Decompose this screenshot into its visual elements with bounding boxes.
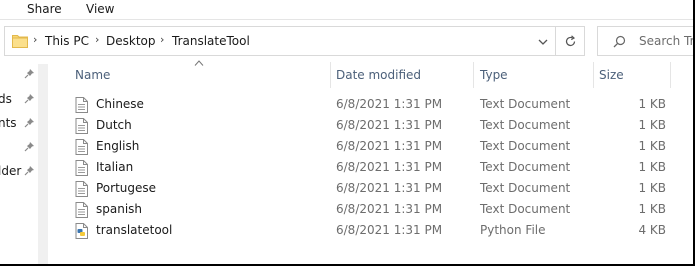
file-row[interactable]: Chinese 6/8/2021 1:31 PM Text Document 1 KB [70, 94, 693, 115]
pin-icon[interactable] [24, 68, 35, 79]
file-row[interactable]: Dutch 6/8/2021 1:31 PM Text Document 1 KB [70, 115, 693, 136]
search-box[interactable]: Search Tra [597, 26, 693, 56]
file-date-modified: 6/8/2021 1:31 PM [336, 118, 443, 132]
file-type: Python File [480, 223, 546, 237]
pin-icon[interactable] [24, 141, 35, 152]
file-date-modified: 6/8/2021 1:31 PM [336, 223, 443, 237]
file-date-modified: 6/8/2021 1:31 PM [336, 139, 443, 153]
text-file-icon [75, 181, 88, 197]
pin-icon[interactable] [24, 165, 35, 176]
column-header-type[interactable]: Type [475, 62, 593, 88]
search-icon [613, 35, 626, 48]
file-type: Text Document [480, 160, 571, 174]
nav-item-label[interactable]: ds [0, 92, 12, 106]
file-row[interactable]: spanish 6/8/2021 1:31 PM Text Document 1 KB [70, 199, 693, 220]
address-bar[interactable]: › This PC › Desktop › TranslateTool [4, 26, 556, 56]
breadcrumb-chevron-icon[interactable]: › [160, 33, 164, 46]
refresh-button[interactable] [556, 26, 585, 56]
column-divider[interactable] [473, 62, 474, 88]
file-row[interactable]: English 6/8/2021 1:31 PM Text Document 1 KB [70, 136, 693, 157]
text-file-icon [75, 139, 88, 155]
nav-item-label[interactable]: lder [0, 164, 21, 178]
navigation-pane: ds nts lder [0, 56, 48, 264]
file-name[interactable]: Dutch [96, 118, 132, 132]
folder-icon [12, 35, 28, 48]
file-size: 1 KB [638, 202, 666, 216]
nav-item-label[interactable]: nts [0, 116, 17, 130]
tab-view[interactable]: View [86, 2, 114, 16]
file-date-modified: 6/8/2021 1:31 PM [336, 202, 443, 216]
ribbon: Share View [0, 0, 693, 19]
text-file-icon [75, 97, 88, 113]
tab-share[interactable]: Share [27, 2, 62, 16]
file-row[interactable]: translatetool 6/8/2021 1:31 PM Python File… [70, 220, 693, 241]
file-size: 1 KB [638, 181, 666, 195]
file-date-modified: 6/8/2021 1:31 PM [336, 160, 443, 174]
text-file-icon [75, 202, 88, 218]
breadcrumb-this-pc[interactable]: This PC [45, 34, 89, 48]
file-date-modified: 6/8/2021 1:31 PM [336, 181, 443, 195]
chevron-down-icon[interactable] [536, 35, 550, 49]
file-type: Text Document [480, 202, 571, 216]
file-size: 1 KB [638, 118, 666, 132]
column-header-date[interactable]: Date modified [331, 62, 473, 88]
file-size: 1 KB [638, 139, 666, 153]
file-size: 4 KB [638, 223, 666, 237]
file-name[interactable]: Italian [96, 160, 133, 174]
file-date-modified: 6/8/2021 1:31 PM [336, 97, 443, 111]
file-type: Text Document [480, 139, 571, 153]
file-size: 1 KB [638, 97, 666, 111]
column-header-name[interactable]: Name [70, 62, 330, 88]
breadcrumb-translatetool[interactable]: TranslateTool [172, 34, 250, 48]
file-type: Text Document [480, 181, 571, 195]
breadcrumb-desktop[interactable]: Desktop [106, 34, 156, 48]
pin-icon[interactable] [24, 93, 35, 104]
text-file-icon [75, 118, 88, 134]
search-placeholder[interactable]: Search Tra [639, 34, 693, 48]
file-type: Text Document [480, 97, 571, 111]
file-row[interactable]: Portugese 6/8/2021 1:31 PM Text Document 1 … [70, 178, 693, 199]
file-name[interactable]: Portugese [96, 181, 156, 195]
column-divider[interactable] [670, 62, 671, 88]
file-name[interactable]: spanish [96, 202, 142, 216]
text-file-icon [75, 160, 88, 176]
nav-scrollbar[interactable] [38, 64, 48, 264]
file-list: Name Date modified Type Size Chinese 6/8/… [70, 56, 693, 264]
file-size: 1 KB [638, 160, 666, 174]
address-row: › This PC › Desktop › TranslateTool Sear… [0, 26, 693, 56]
file-type: Text Document [480, 118, 571, 132]
file-row[interactable]: Italian 6/8/2021 1:31 PM Text Document 1 KB [70, 157, 693, 178]
breadcrumb-chevron-icon[interactable]: › [95, 33, 99, 46]
file-name[interactable]: English [96, 139, 139, 153]
refresh-icon [565, 35, 576, 47]
file-explorer-window: Share View › This PC › Desktop › Transla… [0, 0, 693, 264]
column-header-size[interactable]: Size [594, 62, 674, 88]
python-file-icon [75, 223, 88, 239]
file-name[interactable]: Chinese [96, 97, 144, 111]
file-name[interactable]: translatetool [96, 223, 172, 237]
ribbon-divider [0, 19, 693, 20]
pin-icon[interactable] [24, 117, 35, 128]
breadcrumb-chevron-icon[interactable]: › [33, 33, 37, 46]
